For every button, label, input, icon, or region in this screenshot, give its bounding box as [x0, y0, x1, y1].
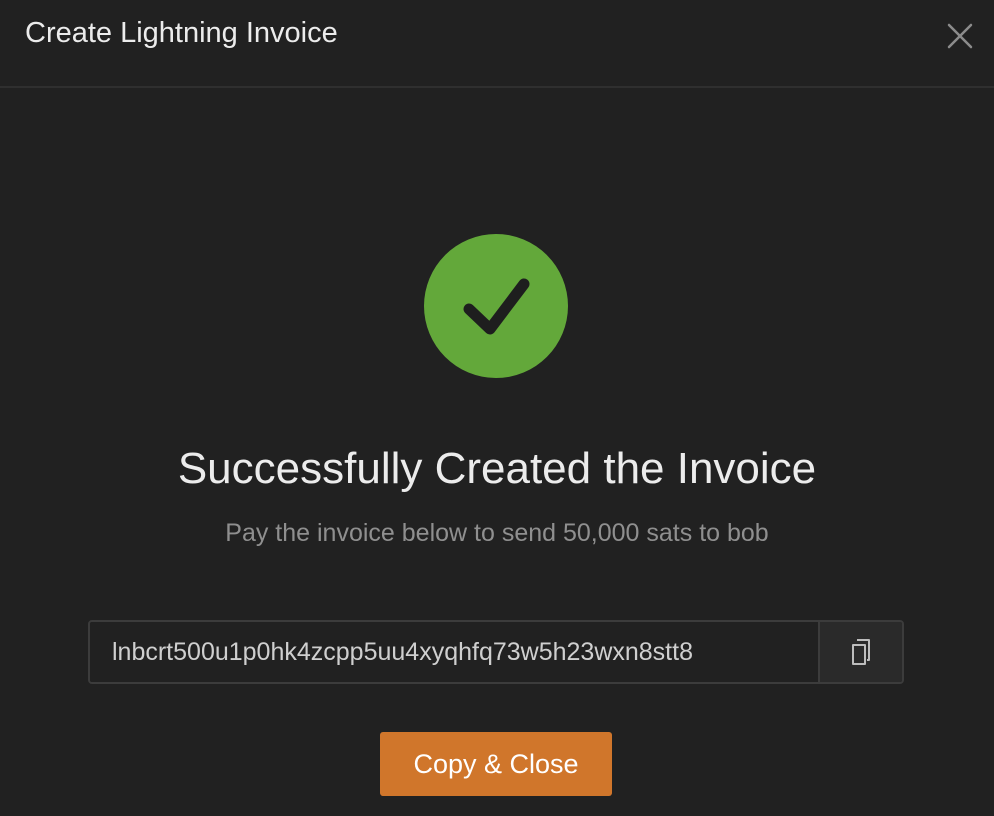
close-icon [947, 23, 973, 49]
checkmark-icon [463, 278, 530, 335]
copy-icon [852, 639, 870, 665]
modal-title: Create Lightning Invoice [25, 17, 338, 49]
copy-and-close-button[interactable]: Copy & Close [380, 732, 612, 796]
modal-header: Create Lightning Invoice [0, 0, 994, 88]
success-heading: Successfully Created the Invoice [177, 444, 817, 493]
close-button[interactable] [944, 20, 976, 52]
copy-invoice-button[interactable] [818, 622, 902, 682]
invoice-input[interactable] [90, 622, 818, 682]
create-invoice-modal: Create Lightning Invoice Successfully Cr… [0, 0, 994, 816]
success-description: Pay the invoice below to send 50,000 sat… [225, 519, 769, 547]
invoice-field-group [88, 620, 904, 684]
success-badge [424, 234, 568, 378]
